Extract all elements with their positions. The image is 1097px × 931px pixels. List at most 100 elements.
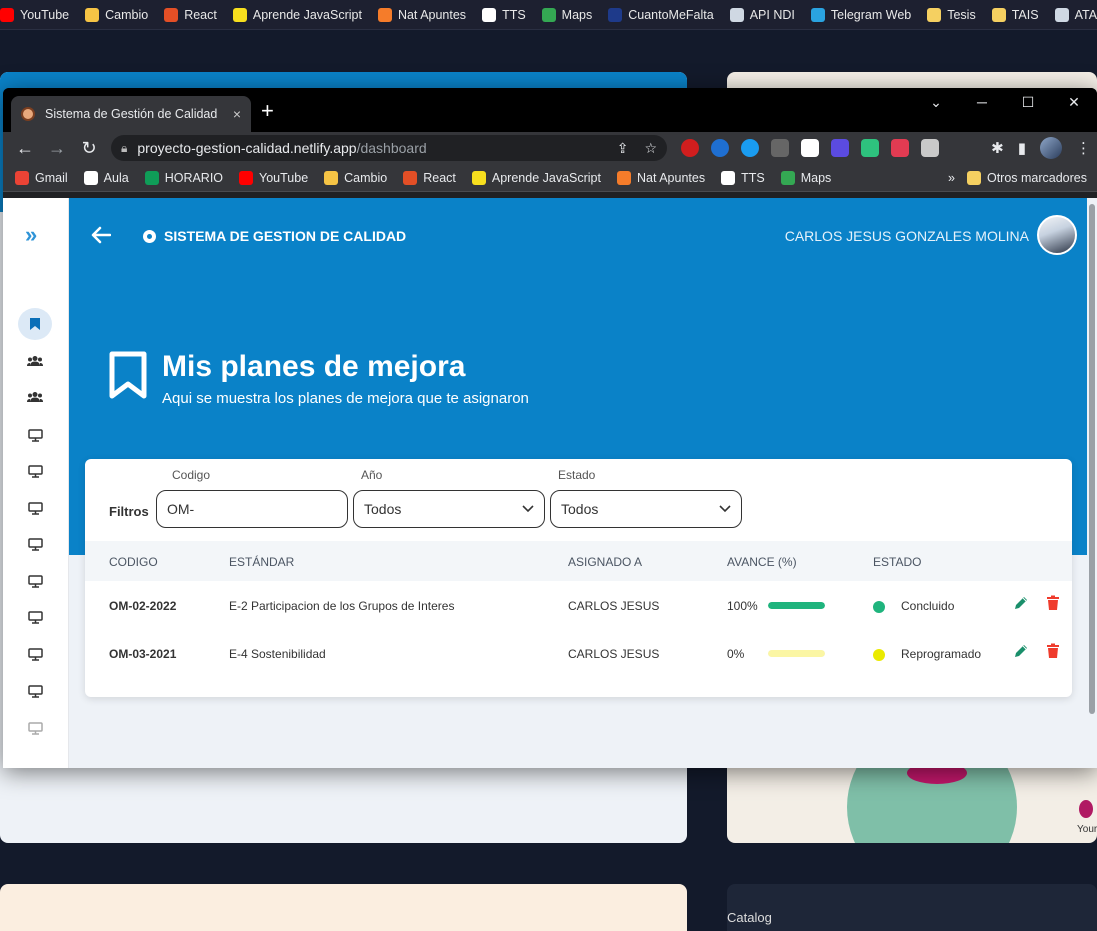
table-row[interactable]: OM-02-2022 E-2 Participacion de los Grupo… <box>85 581 1072 629</box>
close-tab-icon[interactable]: × <box>233 106 241 122</box>
image-extension-icon[interactable] <box>921 139 939 157</box>
bookmark-5[interactable]: React <box>403 170 456 185</box>
minimize-button[interactable]: ─ <box>959 88 1005 118</box>
address-bar[interactable]: 🔒︎ proyecto-gestion-calidad.netlify.app /… <box>111 135 667 161</box>
bookmark-favicon-icon <box>991 7 1006 22</box>
profile-avatar[interactable] <box>1040 137 1062 159</box>
f-extension-icon[interactable] <box>861 139 879 157</box>
progress-fill <box>768 650 825 657</box>
outer-bookmark-3[interactable]: Aprende JavaScript <box>232 7 362 22</box>
progress-fill <box>768 602 825 609</box>
forward-arrow-icon[interactable]: → <box>41 138 73 159</box>
bookmark-8[interactable]: TTS <box>721 170 765 185</box>
other-bookmarks-folder[interactable]: Otros marcadores <box>966 170 1087 185</box>
user-name[interactable]: CARLOS JESUS GONZALES MOLINA <box>785 228 1029 244</box>
puzzle-extensions-icon[interactable]: ✱ <box>991 139 1004 157</box>
tab-search-icon[interactable]: ⌄ <box>913 88 959 118</box>
outer-bookmark-11[interactable]: TAIS <box>991 7 1039 22</box>
adblock-extension-icon[interactable] <box>681 139 699 157</box>
estado-select[interactable]: Todos <box>550 490 742 528</box>
sidebar-item-users-2[interactable] <box>18 382 52 412</box>
sidebar-item-planes[interactable] <box>18 308 52 340</box>
back-arrow-icon[interactable]: ← <box>9 138 41 159</box>
outer-bookmark-0[interactable]: YouTube <box>0 7 69 22</box>
row-estado: Reprogramado <box>901 647 982 661</box>
side-panel-icon[interactable]: ▮ <box>1018 139 1026 157</box>
monitor-icon <box>27 464 43 478</box>
row-codigo: OM-03-2021 <box>109 647 177 661</box>
monitor-icon <box>27 684 43 698</box>
estado-label: Estado <box>558 468 596 482</box>
lock-icon[interactable]: 🔒︎ <box>121 141 127 156</box>
bookmark-1[interactable]: Aula <box>83 170 129 185</box>
sidebar-item-module-3[interactable] <box>18 493 52 523</box>
estado-value: Todos <box>561 501 599 517</box>
delete-trash-icon[interactable] <box>1046 643 1060 664</box>
b-extension-icon[interactable] <box>801 139 819 157</box>
edit-pencil-icon[interactable] <box>1013 595 1029 616</box>
bookmark-6[interactable]: Aprende JavaScript <box>471 170 601 185</box>
chevron-down-icon <box>719 502 731 516</box>
audio-extension-icon[interactable] <box>711 139 729 157</box>
sidebar-item-module-9[interactable] <box>18 713 52 743</box>
expand-sidebar-icon[interactable]: » <box>25 222 37 248</box>
outer-bookmark-10[interactable]: Tesis <box>927 7 976 22</box>
bookmark-label: Aprende JavaScript <box>252 7 362 22</box>
outer-bookmark-6[interactable]: Maps <box>541 7 592 22</box>
shazam-extension-icon[interactable] <box>741 139 759 157</box>
pen-extension-icon[interactable] <box>771 139 789 157</box>
outer-bookmark-7[interactable]: CuantoMeFalta <box>608 7 714 22</box>
sidebar: » <box>3 198 69 768</box>
bookmark-favicon-icon <box>482 7 497 22</box>
bookmark-2[interactable]: HORARIO <box>144 170 223 185</box>
bookmark-7[interactable]: Nat Apuntes <box>616 170 705 185</box>
outer-bookmark-1[interactable]: Cambio <box>85 7 148 22</box>
maximize-button[interactable]: ☐ <box>1005 88 1051 118</box>
row-avance-label: 0% <box>727 647 745 661</box>
star-bookmark-icon[interactable]: ☆ <box>644 140 657 157</box>
grid-extension-icon[interactable] <box>891 139 909 157</box>
sidebar-item-users-1[interactable] <box>18 346 52 376</box>
outer-bookmark-5[interactable]: TTS <box>482 7 526 22</box>
tab-active[interactable]: Sistema de Gestión de Calidad × <box>11 96 251 132</box>
bookmark-4[interactable]: Cambio <box>324 170 387 185</box>
list-extension-icon[interactable] <box>831 139 849 157</box>
outer-bookmark-12[interactable]: ATA <box>1054 7 1097 22</box>
monitor-icon <box>27 501 43 515</box>
sidebar-item-module-8[interactable] <box>18 676 52 706</box>
bookmark-9[interactable]: Maps <box>780 170 831 185</box>
sidebar-item-module-2[interactable] <box>18 456 52 486</box>
sidebar-item-module-7[interactable] <box>18 639 52 669</box>
bookmark-icon <box>30 318 40 330</box>
kebab-menu-icon[interactable]: ⋮ <box>1076 139 1091 157</box>
bookmark-favicon-icon <box>541 7 556 22</box>
monitor-icon <box>27 647 43 661</box>
outer-bookmark-9[interactable]: Telegram Web <box>810 7 911 22</box>
outer-bookmark-4[interactable]: Nat Apuntes <box>377 7 466 22</box>
share-icon[interactable]: ⇪ <box>617 140 629 157</box>
sidebar-item-module-6[interactable] <box>18 602 52 632</box>
reload-icon[interactable]: ↻ <box>73 138 105 159</box>
page-scrollbar[interactable] <box>1089 204 1095 714</box>
table-row[interactable]: OM-03-2021 E-4 Sostenibilidad CARLOS JESUS… <box>85 629 1072 677</box>
sidebar-item-module-5[interactable] <box>18 566 52 596</box>
more-bookmarks-icon[interactable]: » <box>948 171 955 185</box>
edit-pencil-icon[interactable] <box>1013 643 1029 664</box>
delete-trash-icon[interactable] <box>1046 595 1060 616</box>
codigo-input[interactable]: OM- <box>156 490 348 528</box>
bookmark-3[interactable]: YouTube <box>239 170 308 185</box>
close-window-button[interactable]: ✕ <box>1051 88 1097 118</box>
url-host: proyecto-gestion-calidad.netlify.app <box>137 140 357 156</box>
anio-select[interactable]: Todos <box>353 490 545 528</box>
header-asignado: ASIGNADO A <box>568 555 643 569</box>
outer-bookmark-8[interactable]: API NDI <box>729 7 795 22</box>
sidebar-item-module-4[interactable] <box>18 529 52 559</box>
bookmark-0[interactable]: Gmail <box>15 170 68 185</box>
new-tab-button[interactable]: + <box>261 100 274 122</box>
sidebar-item-module-1[interactable] <box>18 420 52 450</box>
outer-bookmark-2[interactable]: React <box>164 7 217 22</box>
row-estandar: E-2 Participacion de los Grupos de Inter… <box>229 599 455 613</box>
app-brand: SISTEMA DE GESTION DE CALIDAD <box>143 228 406 244</box>
back-arrow-icon[interactable] <box>91 224 112 250</box>
user-avatar[interactable] <box>1037 215 1077 255</box>
